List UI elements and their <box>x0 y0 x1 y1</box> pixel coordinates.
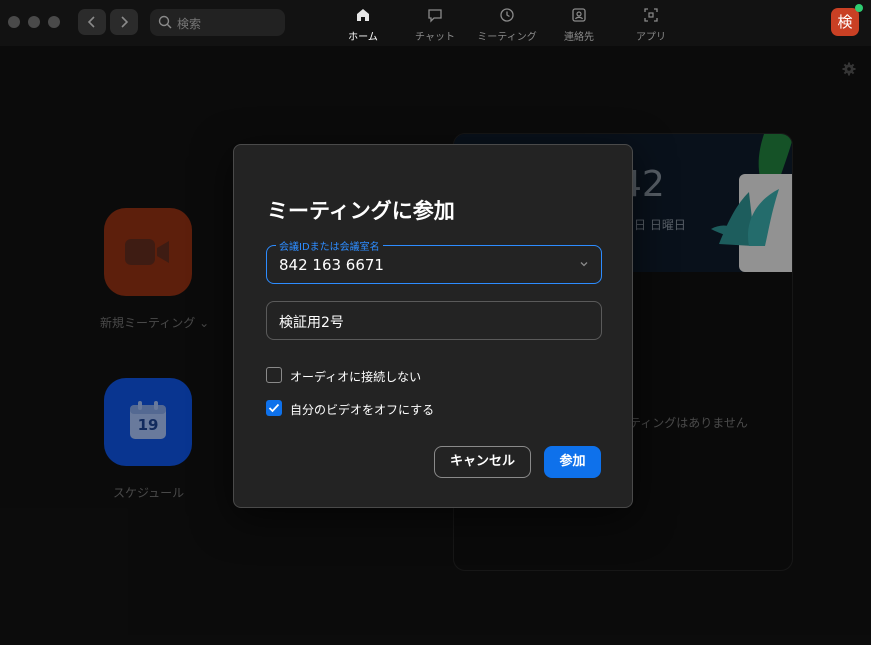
search-box[interactable]: 検索 <box>150 9 285 36</box>
presence-status-dot <box>855 4 863 12</box>
no-audio-label[interactable]: オーディオに接続しない <box>290 368 421 385</box>
zoom-app-window: 検索 ホーム チャット ミーティング 連絡先 アプリ 検 新規ミーティング ⌄ … <box>0 0 871 645</box>
cancel-button[interactable]: キャンセル <box>434 446 531 478</box>
join-button[interactable]: 参加 <box>544 446 601 478</box>
tab-label: ミーティング <box>477 32 537 43</box>
tab-label: アプリ <box>636 32 666 43</box>
meeting-id-value: 842 163 6671 <box>279 256 384 274</box>
meeting-id-label: 会議IDまたは会議室名 <box>276 238 383 253</box>
join-meeting-dialog: ミーティングに参加 会議IDまたは会議室名 842 163 6671 検証用2号… <box>233 144 633 508</box>
tab-label: ホーム <box>348 32 378 43</box>
tab-apps[interactable]: アプリ <box>616 5 686 45</box>
chat-icon <box>428 9 442 23</box>
chevron-left-icon <box>87 16 95 28</box>
display-name-value: 検証用2号 <box>279 315 344 331</box>
chevron-right-icon <box>121 16 129 28</box>
search-placeholder: 検索 <box>177 17 202 31</box>
apps-icon <box>644 8 658 22</box>
video-off-checkbox[interactable] <box>266 400 282 416</box>
home-icon <box>357 9 369 21</box>
no-audio-checkbox[interactable] <box>266 367 282 383</box>
minimize-window-button[interactable] <box>28 16 40 28</box>
search-icon <box>158 15 172 29</box>
video-off-label[interactable]: 自分のビデオをオフにする <box>290 401 434 418</box>
tab-label: チャット <box>415 32 455 43</box>
forward-button[interactable] <box>110 9 138 35</box>
display-name-field[interactable]: 検証用2号 <box>266 301 602 340</box>
close-window-button[interactable] <box>8 16 20 28</box>
chevron-down-icon[interactable] <box>579 259 589 269</box>
tab-contacts[interactable]: 連絡先 <box>544 5 614 45</box>
dialog-title: ミーティングに参加 <box>267 199 455 223</box>
meeting-id-field[interactable]: 会議IDまたは会議室名 842 163 6671 <box>266 238 602 284</box>
back-button[interactable] <box>78 9 106 35</box>
checkmark-icon <box>268 403 280 413</box>
contacts-icon <box>572 8 586 22</box>
clock-icon <box>500 8 514 22</box>
tab-meetings[interactable]: ミーティング <box>472 5 542 45</box>
tab-home[interactable]: ホーム <box>328 5 398 45</box>
tab-label: 連絡先 <box>564 32 594 43</box>
tab-chat[interactable]: チャット <box>400 5 470 45</box>
title-bar: 検索 ホーム チャット ミーティング 連絡先 アプリ 検 <box>0 0 871 46</box>
avatar[interactable]: 検 <box>831 8 859 36</box>
zoom-window-button[interactable] <box>48 16 60 28</box>
